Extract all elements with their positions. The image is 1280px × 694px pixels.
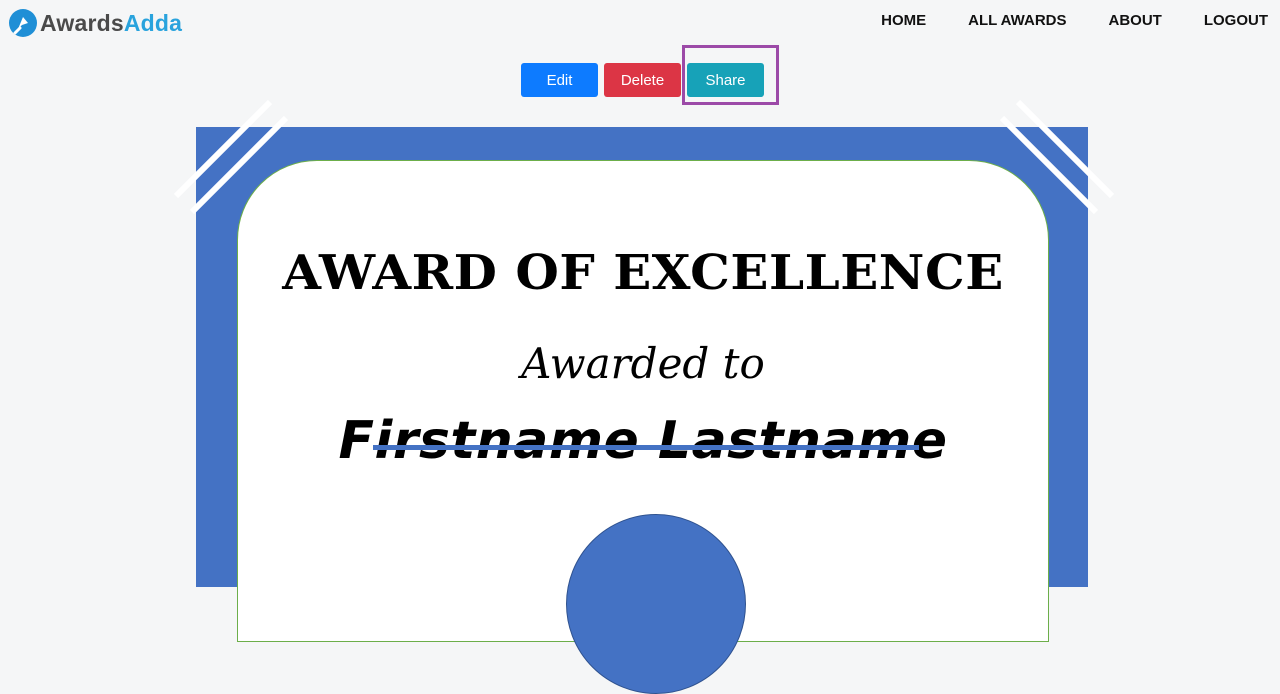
certificate-seal bbox=[566, 514, 746, 694]
brand-name: AwardsAdda bbox=[40, 10, 182, 37]
brand-name-part2: Adda bbox=[123, 9, 183, 36]
trophy-icon bbox=[9, 9, 37, 37]
delete-button[interactable]: Delete bbox=[604, 63, 681, 97]
name-underline bbox=[373, 445, 919, 450]
nav-logout[interactable]: LOGOUT bbox=[1204, 12, 1268, 30]
edit-button[interactable]: Edit bbox=[521, 63, 598, 97]
certificate-awarded-to: Awarded to bbox=[521, 339, 765, 388]
certificate-title: AWARD OF EXCELLENCE bbox=[282, 245, 1004, 301]
certificate-recipient-name: Firstname Lastname bbox=[338, 411, 948, 471]
brand-name-part1: Awards bbox=[40, 9, 124, 36]
corner-ribbon-right bbox=[999, 100, 1115, 215]
brand-logo[interactable]: AwardsAdda bbox=[9, 7, 182, 39]
nav-home[interactable]: HOME bbox=[881, 12, 926, 30]
share-button-highlight bbox=[682, 45, 779, 105]
corner-ribbon-left bbox=[173, 100, 289, 215]
nav-all-awards[interactable]: ALL AWARDS bbox=[968, 12, 1066, 30]
nav-about[interactable]: ABOUT bbox=[1109, 12, 1162, 30]
top-nav: HOME ALL AWARDS ABOUT LOGOUT bbox=[839, 12, 1280, 30]
